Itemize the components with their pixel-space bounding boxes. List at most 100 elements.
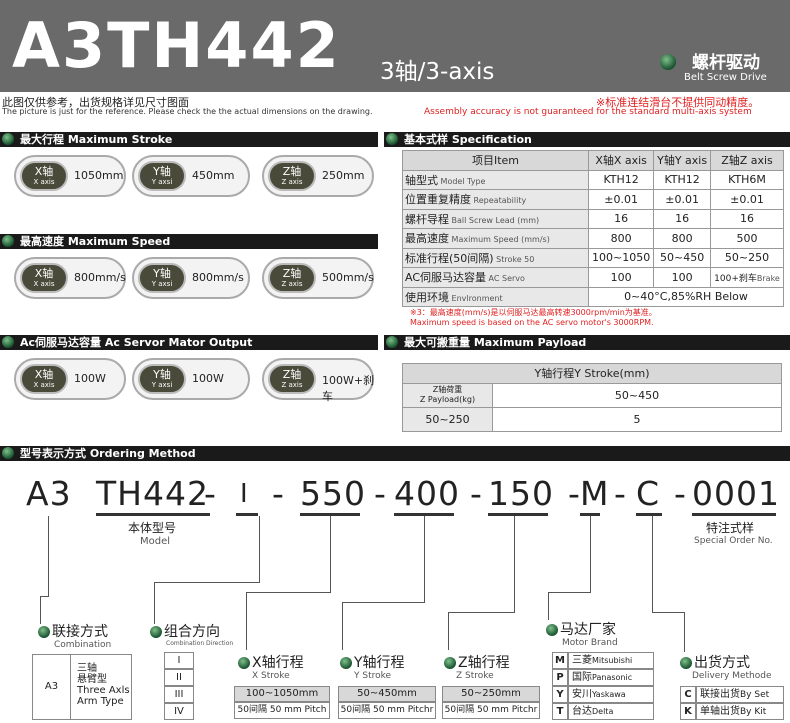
code-separator: -: [272, 474, 285, 513]
model-cn: 本体型号: [128, 521, 177, 535]
value-card: X轴 X axis 1050mm: [14, 155, 126, 197]
brand-en: Belt Screw Drive: [684, 72, 767, 83]
payload-range: 50~450: [492, 382, 782, 408]
y-stroke-title: Y轴行程: [340, 652, 405, 672]
value-card: Y轴 Y axsi 450mm: [132, 155, 250, 197]
payload-z-range: 50~250: [402, 406, 493, 432]
code-segment: C: [636, 474, 661, 513]
axis-value: 100W: [74, 372, 106, 385]
axis-pill: X轴 X axis: [20, 364, 68, 394]
motor-title: 马达厂家: [546, 619, 616, 639]
code-segment: M: [580, 474, 610, 513]
direction-en: Combination Direction: [166, 640, 234, 647]
y-range: 50~450mm: [338, 686, 436, 702]
value-card: X轴 X axis 800mm/s: [14, 257, 126, 299]
axis-pill: Y轴 Y axsi: [138, 364, 186, 394]
motor-code: T: [552, 703, 568, 720]
note-en: The picture is just for the reference. P…: [2, 107, 373, 116]
axis-value: 450mm: [192, 169, 235, 182]
model-title: A3TH442: [12, 9, 341, 82]
motor-code: M: [552, 652, 568, 669]
x-pitch: 50间隔 50 mm Pitch: [234, 702, 330, 719]
globe-icon: [2, 235, 14, 247]
z-pitch: 50间隔 50 mm Pitchr: [442, 702, 540, 719]
motor-code: Y: [552, 686, 568, 703]
globe-icon: [150, 626, 162, 638]
axis-value: 800mm/s: [192, 271, 244, 284]
axis-pill: Z轴 Z axis: [268, 161, 316, 191]
delivery-en: Delivery Methode: [692, 671, 772, 681]
delivery-method: 单轴出货By Kit: [696, 703, 784, 720]
axis-pill: Y轴 Y axsi: [138, 161, 186, 191]
code-separator: -: [204, 474, 217, 513]
axis-title: 3轴/3-axis: [380, 59, 495, 85]
delivery-code: C: [680, 686, 696, 703]
payload-head: Y轴行程Y Stroke(mm): [402, 363, 782, 384]
axis-value: 1050mm: [74, 169, 124, 182]
direction-option: I: [164, 652, 194, 669]
direction-option: III: [164, 686, 194, 703]
code-segment: 150: [488, 474, 554, 513]
section-stroke: 最大行程 Maximum Stroke: [0, 132, 378, 147]
payload-table: Y轴行程Y Stroke(mm) Z轴荷重 Z Payload(kg) 50~450…: [402, 363, 782, 432]
value-card: Z轴 Z axis 500mm/s: [262, 257, 374, 299]
globe-icon: [238, 657, 250, 669]
special-en: Special Order No.: [694, 536, 773, 546]
section-speed: 最高速度 Maximum Speed: [0, 234, 378, 249]
axis-pill: X轴 X axis: [20, 161, 68, 191]
axis-value: 250mm: [322, 169, 365, 182]
globe-icon: [340, 657, 352, 669]
globe-icon: [2, 336, 14, 348]
code-separator: -: [374, 474, 387, 513]
axis-pill: X轴 X axis: [20, 263, 68, 293]
code-segment: I: [240, 479, 249, 509]
axis-pill: Y轴 Y axsi: [138, 263, 186, 293]
code-separator: -: [614, 474, 627, 513]
spec-row: 轴型式 Model Type KTH12 KTH12 KTH6M: [402, 169, 784, 190]
spec-row: 螺杆导程 Ball Screw Lead (mm) 16 16 16: [402, 208, 784, 229]
globe-icon: [444, 657, 456, 669]
motor-brand: 安川Yaskawa: [568, 686, 654, 703]
axis-value: 100W: [192, 372, 224, 385]
code-separator: -: [674, 474, 687, 513]
code-segment: 400: [394, 474, 460, 513]
spec-row: 使用环境 Envlronment 0~40°C,85%RH Below: [402, 286, 784, 307]
globe-icon: [660, 54, 676, 70]
globe-icon: [2, 133, 14, 145]
axis-value: 800mm/s: [74, 271, 126, 284]
value-card: Y轴 Y axsi 800mm/s: [132, 257, 250, 299]
delivery-code: K: [680, 703, 696, 720]
globe-icon: [38, 626, 50, 638]
value-card: Z轴 Z axis 250mm: [262, 155, 374, 197]
section-spec: 基本式样 Specification: [384, 132, 790, 147]
code-separator: -: [568, 474, 581, 513]
delivery-method: 联接出货By Set: [696, 686, 784, 703]
section-ordering: 型号表示方式 Ordering Method: [0, 446, 790, 461]
direction-option: IV: [164, 703, 194, 720]
x-stroke-title: X轴行程: [238, 652, 304, 672]
special-cn: 特注式样: [706, 521, 755, 535]
spec-row: 最高速度 Maximum Speed (mm/s) 800 800 500: [402, 228, 784, 249]
spec-row: 标准行程(50间隔) Stroke 50 100~1050 50~450 50~250: [402, 247, 784, 268]
motor-brand: 三菱Mitsubishi: [568, 652, 654, 669]
globe-icon: [2, 447, 14, 459]
axis-pill: Z轴 Z axis: [268, 263, 316, 293]
x-stroke-en: X Stroke: [252, 671, 290, 681]
direction-option: II: [164, 669, 194, 686]
payload-z-label: Z轴荷重 Z Payload(kg): [402, 382, 493, 408]
axis-value: 100W+刹车: [322, 374, 375, 403]
section-servo: Ac伺服马达容量 Ac Servor Mator Output: [0, 335, 378, 350]
motor-brand: 台达Delta: [568, 703, 654, 720]
axis-pill: Z轴 Z axis: [268, 364, 316, 394]
spec-note-cn: ※3：最高速度(mm/s)是以伺服马达最高转速3000rpm/min为基准。: [410, 308, 657, 317]
payload-value: 5: [492, 406, 782, 432]
y-pitch: 50间隔 50 mm Pitchr: [338, 702, 436, 719]
combination-en: Combination: [54, 640, 112, 650]
value-card: Y轴 Y axsi 100W: [132, 358, 250, 400]
z-stroke-en: Z Stroke: [456, 671, 494, 681]
spec-row: AC伺服马达容量 AC Servo 100 100 100+刹车Brake: [402, 267, 784, 288]
globe-icon: [546, 624, 558, 636]
axis-value: 500mm/s: [322, 271, 374, 284]
combination-title: 联接方式: [38, 621, 108, 641]
z-stroke-title: Z轴行程: [444, 652, 510, 672]
